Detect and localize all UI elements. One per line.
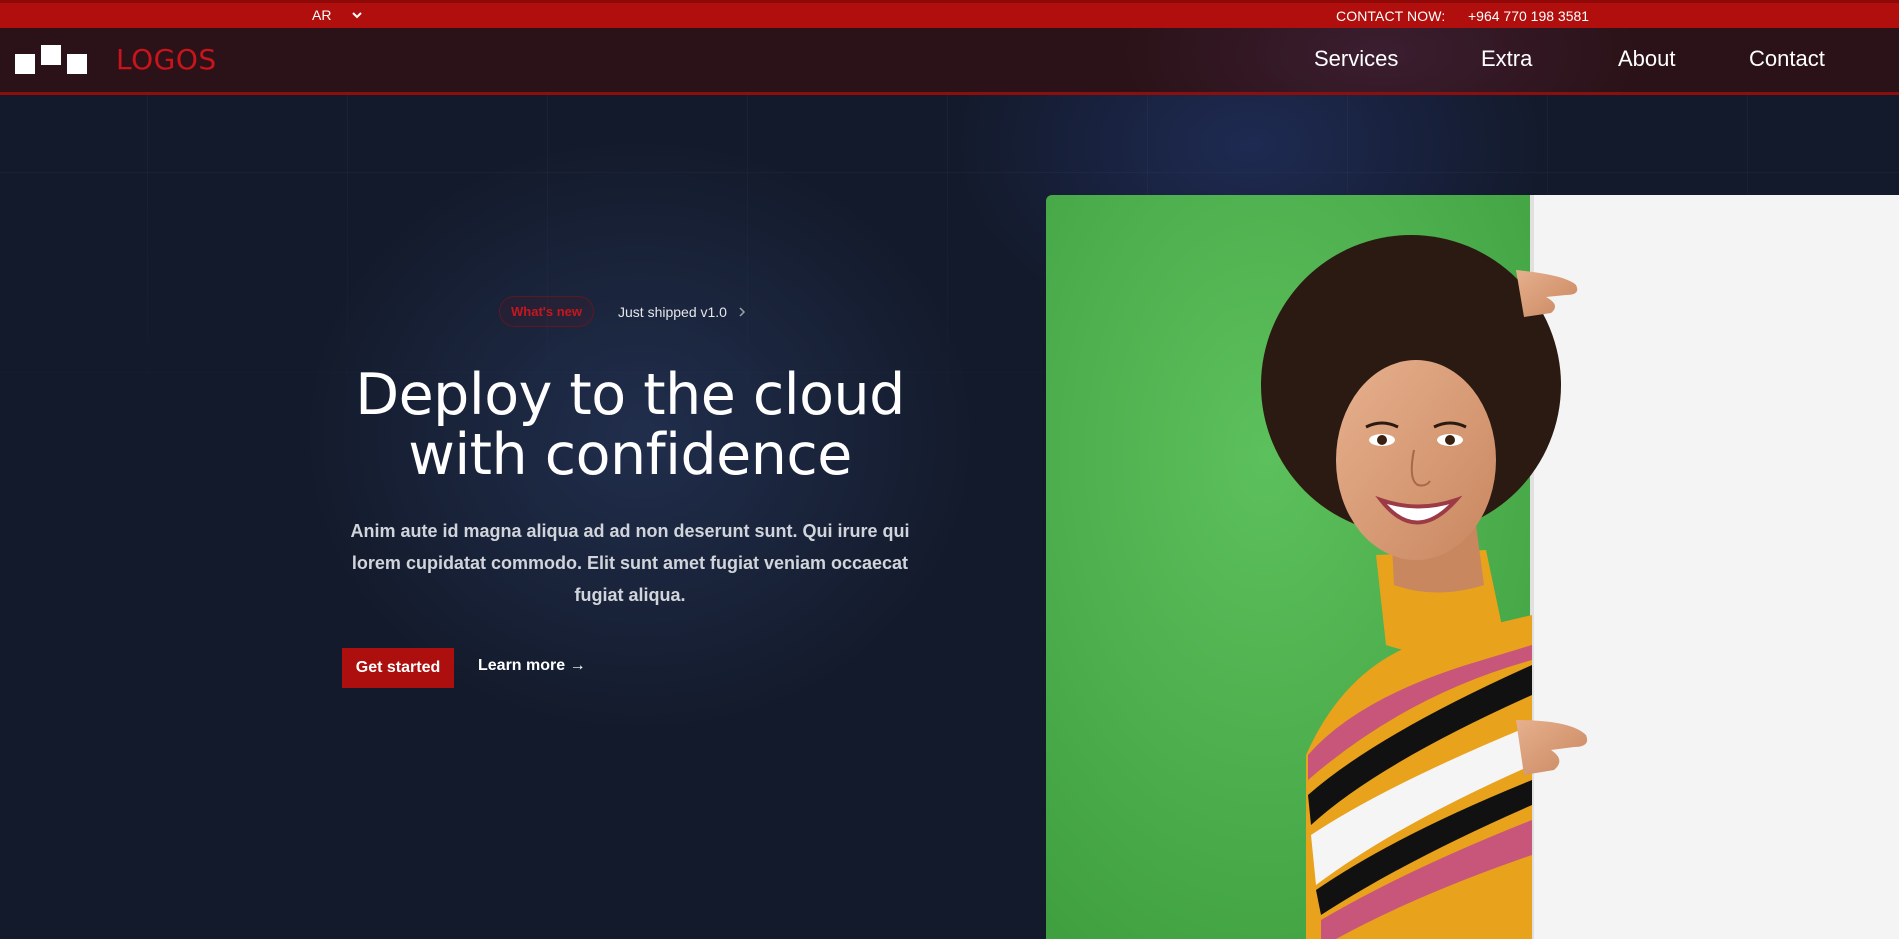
nav-item-services[interactable]: Services (1314, 46, 1398, 72)
main-navbar: LOGOS Services Extra About Contact (0, 28, 1899, 95)
phone-number[interactable]: +964 770 198 3581 (1468, 8, 1589, 24)
logo-icon[interactable] (15, 45, 87, 75)
nav-item-about[interactable]: About (1618, 46, 1676, 72)
chevron-right-icon (739, 306, 746, 317)
nav-item-contact[interactable]: Contact (1749, 46, 1825, 72)
hero-image (1046, 195, 1899, 939)
language-selector[interactable]: AR (312, 7, 363, 23)
headline-line-1: Deploy to the cloud (355, 362, 905, 428)
announcement-row: What's new Just shipped v1.0 (499, 296, 747, 327)
top-contact-bar: AR CONTACT NOW: +964 770 198 3581 (0, 0, 1899, 28)
hero-photo-illustration (1046, 195, 1899, 939)
chevron-down-icon (352, 12, 363, 19)
whats-new-badge[interactable]: What's new (499, 296, 594, 327)
learn-more-link[interactable]: Learn more → (478, 657, 586, 675)
get-started-button[interactable]: Get started (342, 648, 454, 688)
logo-text[interactable]: LOGOS (116, 43, 217, 76)
language-value: AR (312, 7, 332, 23)
headline-line-2: with confidence (408, 422, 852, 488)
hero-section: What's new Just shipped v1.0 Deploy to t… (0, 95, 1899, 939)
announcement-text: Just shipped v1.0 (618, 303, 727, 320)
hero-description: Anim aute id magna aliqua ad ad non dese… (350, 521, 910, 605)
announcement-link[interactable]: Just shipped v1.0 (618, 304, 747, 320)
contact-now-label: CONTACT NOW: (1336, 8, 1446, 24)
nav-item-extra[interactable]: Extra (1481, 46, 1532, 72)
hero-headline: Deploy to the cloud with confidence (340, 365, 920, 485)
